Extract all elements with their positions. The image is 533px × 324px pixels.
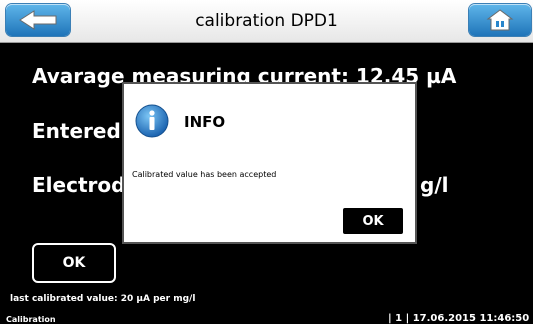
info-dialog: INFO Calibrated value has been accepted … (122, 82, 417, 244)
page-title: calibration DPD1 (195, 11, 338, 31)
info-icon (135, 104, 169, 138)
electrode-text: Electrod (32, 173, 126, 197)
footer-timestamp: | 1 | 17.06.2015 11:46:50 (388, 313, 530, 324)
home-button[interactable] (469, 4, 531, 36)
electrode-unit-text: g/l (420, 173, 449, 197)
entered-value-text: Entered (32, 119, 121, 143)
dialog-message: Calibrated value has been accepted (132, 170, 277, 179)
top-bar: calibration DPD1 (0, 0, 533, 43)
dialog-title: INFO (184, 113, 226, 131)
back-arrow-icon (19, 10, 57, 30)
footer-section-label: Calibration (6, 315, 56, 324)
back-button[interactable] (6, 4, 70, 36)
last-calibrated-text: last calibrated value: 20 µA per mg/l (10, 294, 196, 304)
home-icon (486, 9, 514, 31)
ok-button[interactable]: OK (32, 243, 116, 283)
dialog-ok-button[interactable]: OK (343, 208, 403, 234)
